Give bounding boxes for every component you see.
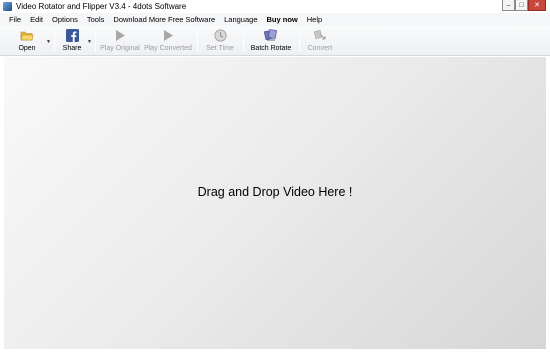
play-icon xyxy=(113,28,127,42)
play-icon xyxy=(161,28,175,42)
window-title: Video Rotator and Flipper V3.4 - 4dots S… xyxy=(16,2,187,11)
play-converted-button[interactable]: Play Converted xyxy=(144,28,192,55)
open-button[interactable]: Open xyxy=(14,28,40,55)
batch-rotate-label: Batch Rotate xyxy=(250,45,292,52)
batch-icon xyxy=(264,28,278,42)
toolbar-separator xyxy=(243,30,244,52)
video-drop-area[interactable]: Drag and Drop Video Here ! xyxy=(4,57,546,349)
menu-file[interactable]: File xyxy=(9,15,21,24)
menu-download-more[interactable]: Download More Free Software xyxy=(113,15,215,24)
maximize-button[interactable]: □ xyxy=(515,0,528,11)
close-button[interactable]: ✕ xyxy=(528,0,546,11)
share-button[interactable]: Share xyxy=(59,28,85,55)
convert-label: Convert xyxy=(307,45,333,52)
toolbar-separator xyxy=(299,30,300,52)
convert-button[interactable]: Convert xyxy=(305,28,335,55)
menu-buy-now[interactable]: Buy now xyxy=(267,15,298,24)
play-original-button[interactable]: Play Original xyxy=(98,28,142,55)
clock-icon xyxy=(213,28,227,42)
menu-language[interactable]: Language xyxy=(224,15,257,24)
minimize-button[interactable]: – xyxy=(502,0,515,11)
menu-edit[interactable]: Edit xyxy=(30,15,43,24)
toolbar-separator xyxy=(197,30,198,52)
toolbar-separator xyxy=(54,30,55,52)
open-label: Open xyxy=(18,45,36,52)
convert-icon xyxy=(313,28,327,42)
menu-bar: File Edit Options Tools Download More Fr… xyxy=(0,13,550,26)
title-bar: Video Rotator and Flipper V3.4 - 4dots S… xyxy=(0,0,550,13)
share-label: Share xyxy=(62,45,82,52)
facebook-icon xyxy=(65,28,79,42)
app-window: Video Rotator and Flipper V3.4 - 4dots S… xyxy=(0,0,550,354)
drop-hint-text: Drag and Drop Video Here ! xyxy=(197,185,353,199)
batch-rotate-button[interactable]: Batch Rotate xyxy=(249,28,293,55)
set-time-button[interactable]: Set Time xyxy=(204,28,236,55)
share-dropdown-arrow-icon[interactable]: ▼ xyxy=(87,39,92,45)
toolbar-separator xyxy=(95,30,96,52)
open-dropdown-arrow-icon[interactable]: ▼ xyxy=(46,39,51,45)
menu-options[interactable]: Options xyxy=(52,15,78,24)
menu-tools[interactable]: Tools xyxy=(87,15,105,24)
folder-icon xyxy=(20,28,34,42)
play-original-label: Play Original xyxy=(100,45,140,52)
play-converted-label: Play Converted xyxy=(144,45,192,52)
window-controls: – □ ✕ xyxy=(502,0,546,11)
toolbar: Open ▼ Share ▼ Play Original Play Conver… xyxy=(0,26,550,56)
app-icon xyxy=(3,2,12,11)
menu-help[interactable]: Help xyxy=(307,15,322,24)
set-time-label: Set Time xyxy=(206,45,234,52)
